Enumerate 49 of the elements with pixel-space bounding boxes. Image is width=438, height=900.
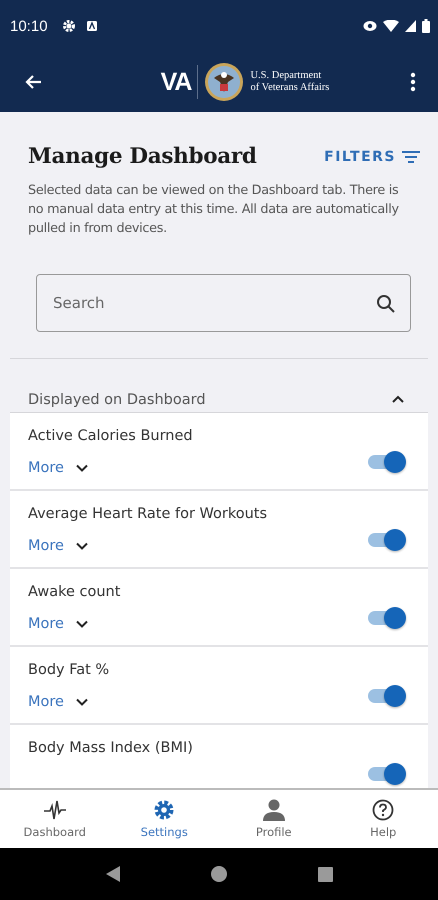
page-title: Manage Dashboard	[28, 144, 257, 169]
metric-label: Body Mass Index (BMI)	[28, 740, 193, 756]
nav-tab[interactable]: Settings	[110, 790, 219, 848]
toggle-switch[interactable]	[368, 528, 406, 552]
wifi-icon	[383, 20, 399, 32]
toggle-switch[interactable]	[368, 450, 406, 474]
help-icon	[372, 799, 394, 821]
department-name: of Veterans Affairs	[250, 82, 330, 94]
pulse-icon	[44, 799, 66, 821]
metric-label: Active Calories Burned	[28, 428, 193, 444]
description-text: Selected data can be viewed on the Dashboard tab. There is no manual data entry at this time. All data are automatically pulled in from devices.	[28, 182, 400, 238]
more-link[interactable]: More	[28, 538, 88, 554]
battery-icon	[422, 19, 430, 33]
chevron-down-icon	[76, 698, 88, 706]
metric-label: Awake count	[28, 584, 120, 600]
toggle-switch[interactable]	[368, 762, 406, 786]
chevron-down-icon	[76, 620, 88, 628]
nav-tab[interactable]: Help	[328, 790, 438, 848]
chevron-down-icon	[76, 464, 88, 472]
toggle-switch[interactable]	[368, 684, 406, 708]
toggle-switch[interactable]	[368, 606, 406, 630]
metric-label: Average Heart Rate for Workouts	[28, 506, 268, 522]
nav-tab[interactable]: Dashboard	[0, 790, 110, 848]
more-link[interactable]: More	[28, 616, 88, 632]
chevron-down-icon	[76, 542, 88, 550]
font-icon	[86, 20, 98, 32]
gear-icon	[62, 19, 76, 33]
person-icon	[262, 799, 285, 821]
more-link[interactable]: More	[28, 460, 88, 476]
filter-icon	[402, 150, 420, 164]
back-arrow-icon	[24, 73, 42, 91]
eye-icon	[363, 20, 377, 32]
square-recents-icon	[318, 866, 332, 882]
signal-icon	[405, 20, 416, 32]
chevron-icon	[392, 395, 404, 404]
circle-home-icon	[210, 866, 226, 882]
triangle-back-icon	[106, 866, 120, 882]
more-link[interactable]: More	[28, 694, 88, 710]
search-icon	[376, 294, 395, 313]
clock: 10:10	[10, 18, 48, 34]
seal-drawing	[204, 62, 244, 102]
department-name: U.S. Department	[250, 70, 322, 82]
search-field[interactable]: Search	[36, 274, 411, 332]
metric-label: Body Fat %	[28, 662, 110, 678]
more-vertical-icon	[410, 72, 416, 92]
logo-text: VA	[160, 68, 192, 96]
nav-tab[interactable]: Profile	[219, 790, 328, 848]
gear-icon	[153, 799, 176, 821]
filters-button[interactable]: FILTERS	[324, 148, 420, 164]
